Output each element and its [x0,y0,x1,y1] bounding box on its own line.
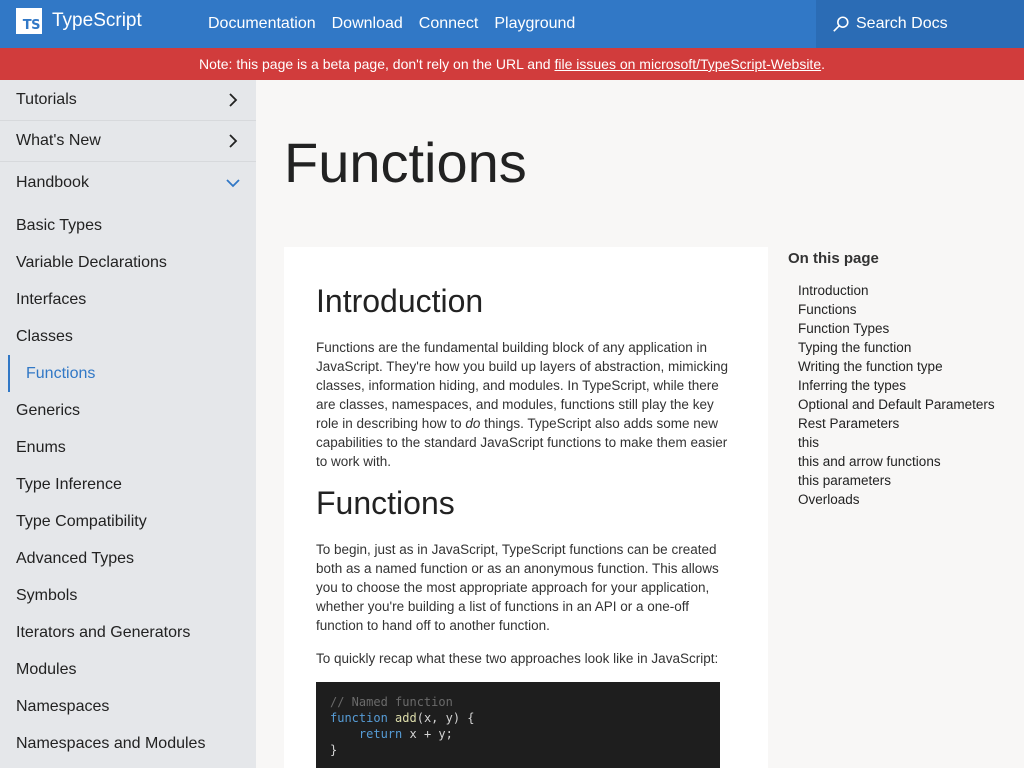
chevron-right-icon [229,134,238,148]
toc-heading: On this page [788,250,879,267]
code-function-name: add [395,711,417,725]
handbook-items: Basic Types Variable Declarations Interf… [0,203,256,762]
sidebar-item-symbols[interactable]: Symbols [0,577,256,614]
sidebar-item-classes[interactable]: Classes [0,318,256,355]
toc-item[interactable]: Rest Parameters [798,414,1008,433]
functions-paragraph-1: To begin, just as in JavaScript, TypeScr… [316,542,719,633]
beta-banner: Note: this page is a beta page, don't re… [0,48,1024,80]
toc-list: Introduction Functions Function Types Ty… [788,281,1008,509]
sidebar-section-whats-new[interactable]: What's New [0,121,256,162]
sidebar-item-generics[interactable]: Generics [0,392,256,429]
code-close-brace: } [330,743,338,757]
banner-text: Note: this page is a beta page, don't re… [198,56,551,72]
sidebar-section-label: Tutorials [16,91,77,108]
toc-item[interactable]: Overloads [798,490,1008,509]
sidebar-item-interfaces[interactable]: Interfaces [0,281,256,318]
code-keyword-return: return [358,727,403,741]
sidebar-item-functions[interactable]: Functions [8,355,256,392]
code-comment: // Named function [330,695,453,709]
toc-item[interactable]: this and arrow functions [798,452,1008,471]
sidebar-item-advanced-types[interactable]: Advanced Types [0,540,256,577]
code-block[interactable]: // Named function function add(x, y) { r… [316,682,720,768]
top-nav: TS TypeScript Documentation Download Con… [0,0,1024,48]
chevron-down-icon [226,178,240,187]
logo[interactable]: TS TypeScript [16,8,142,34]
search-icon [833,16,849,32]
intro-emphasis: do [465,416,481,431]
toc-item[interactable]: Introduction [798,281,1008,300]
sidebar-item-type-inference[interactable]: Type Inference [0,466,256,503]
sidebar-item-namespaces[interactable]: Namespaces [0,688,256,725]
logo-badge: TS [22,18,41,33]
sidebar-item-type-compatibility[interactable]: Type Compatibility [0,503,256,540]
search-box[interactable] [816,0,1024,48]
code-params: (x, y) { [416,711,475,725]
toc-item[interactable]: this [798,433,1008,452]
sidebar-section-handbook[interactable]: Handbook [0,162,256,203]
nav-documentation[interactable]: Documentation [208,15,316,33]
sidebar-item-basic-types[interactable]: Basic Types [0,207,256,244]
sidebar-item-iterators-and-generators[interactable]: Iterators and Generators [0,614,256,651]
sidebar-section-label: Handbook [16,173,89,191]
banner-suffix: . [821,56,825,72]
section-heading-introduction: Introduction [316,283,484,319]
banner-link[interactable]: file issues on microsoft/TypeScript-Webs… [554,56,821,72]
article: Introduction Functions are the fundament… [284,247,768,768]
nav-connect[interactable]: Connect [419,15,479,33]
toc-item[interactable]: Functions [798,300,1008,319]
code-keyword-function: function [330,711,388,725]
logo-text: TypeScript [52,10,142,31]
section-heading-functions: Functions [316,485,455,521]
toc-item[interactable]: Optional and Default Parameters [798,395,1008,414]
sidebar-item-enums[interactable]: Enums [0,429,256,466]
main-nav: Documentation Download Connect Playgroun… [208,0,591,48]
intro-paragraph: Functions are the fundamental building b… [316,338,736,471]
sidebar: Tutorials What's New Handbook Basic Type… [0,80,256,768]
page-title: Functions [284,131,527,194]
sidebar-section-label: What's New [16,132,101,149]
toc-item[interactable]: this parameters [798,471,1008,490]
sidebar-item-variable-declarations[interactable]: Variable Declarations [0,244,256,281]
chevron-right-icon [229,93,238,107]
functions-paragraph-2: To quickly recap what these two approach… [316,651,719,666]
toc-item[interactable]: Inferring the types [798,376,1008,395]
toc-item[interactable]: Typing the function [798,338,1008,357]
ts-logo-icon: TS [16,8,42,34]
sidebar-section-tutorials[interactable]: Tutorials [0,80,256,121]
nav-playground[interactable]: Playground [494,15,575,33]
code-return-expr: x + y; [402,727,453,741]
sidebar-item-modules[interactable]: Modules [0,651,256,688]
sidebar-item-namespaces-and-modules[interactable]: Namespaces and Modules [0,725,256,762]
on-this-page: On this page Introduction Functions Func… [788,250,1008,509]
toc-item[interactable]: Function Types [798,319,1008,338]
toc-item[interactable]: Writing the function type [798,357,1008,376]
search-input[interactable] [856,15,1016,33]
nav-download[interactable]: Download [332,15,403,33]
